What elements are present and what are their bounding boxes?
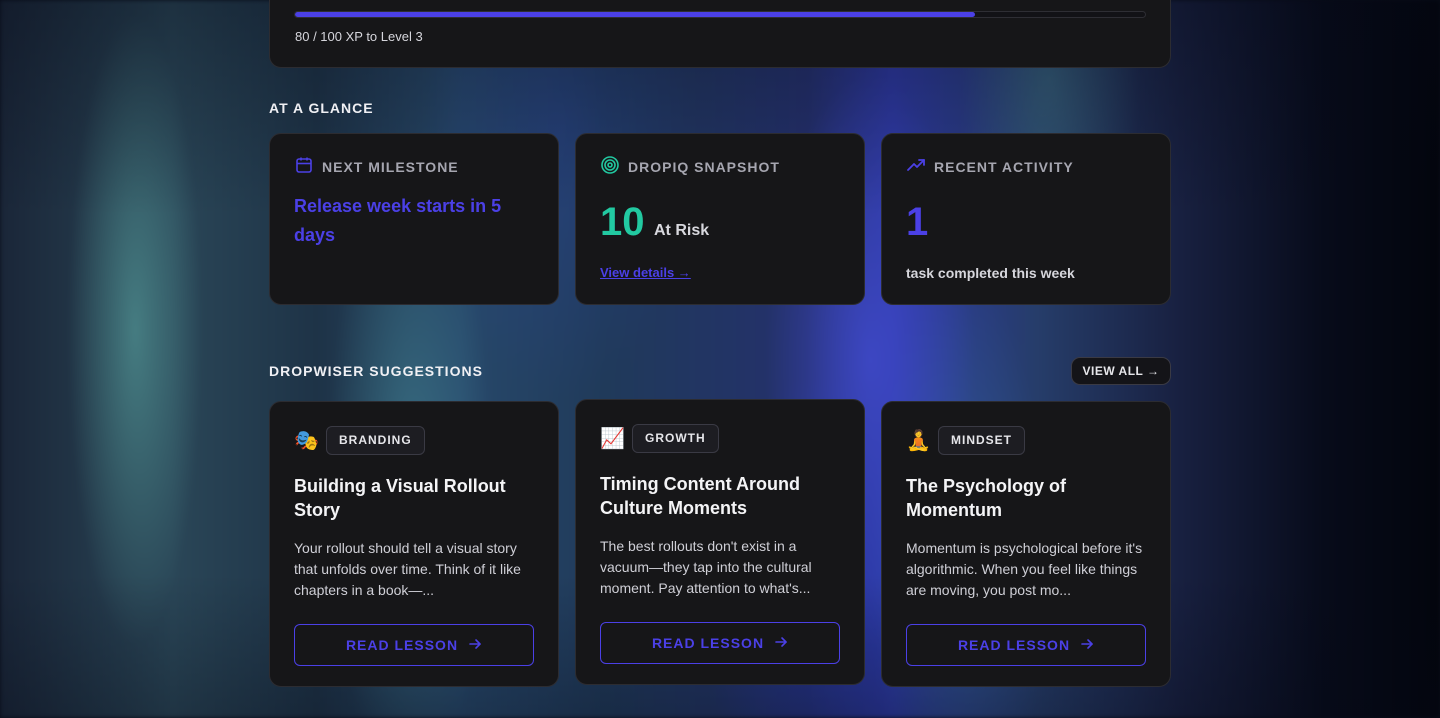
lesson-title: The Psychology of Momentum (906, 476, 1067, 520)
next-milestone-heading: NEXT MILESTONE (322, 158, 459, 175)
dropiq-snapshot-header: DROPIQ SNAPSHOT (600, 155, 780, 178)
lesson-description: The best rollouts don't exist in a vacuu… (600, 538, 812, 596)
recent-activity-heading: RECENT ACTIVITY (934, 158, 1074, 175)
xp-progress-fill (295, 12, 975, 17)
at-risk-label: At Risk (654, 222, 710, 239)
lesson-tag: GROWTH (632, 424, 719, 453)
next-milestone-card: NEXT MILESTONE Release week starts in 5 … (269, 133, 559, 305)
next-milestone-header: NEXT MILESTONE (294, 155, 459, 178)
read-lesson-label: READ LESSON (957, 637, 1071, 653)
lesson-card-branding: 🎭 BRANDING Building a Visual Rollout Sto… (269, 401, 559, 687)
lesson-description: Your rollout should tell a visual story … (294, 540, 521, 598)
lesson-tag: MINDSET (938, 426, 1025, 455)
lesson-description: Momentum is psychological before it's al… (906, 540, 1143, 598)
chart-increasing-icon: 📈 (600, 427, 625, 450)
meditation-icon: 🧘 (906, 429, 931, 452)
lesson-card-growth: 📈 GROWTH Timing Content Around Culture M… (575, 399, 865, 685)
lesson-title: Building a Visual Rollout Story (294, 476, 506, 520)
arrow-right-icon (1080, 637, 1094, 654)
theater-masks-icon: 🎭 (294, 429, 319, 452)
at-a-glance-heading: AT A GLANCE (269, 100, 374, 116)
dropiq-snapshot-heading: DROPIQ SNAPSHOT (628, 158, 780, 175)
read-lesson-button[interactable]: READ LESSON (600, 622, 840, 664)
read-lesson-label: READ LESSON (651, 635, 765, 651)
arrow-right-icon (468, 637, 482, 654)
recent-activity-header: RECENT ACTIVITY (906, 155, 1074, 178)
next-milestone-text: Release week starts in 5 days (294, 196, 502, 245)
lesson-tag: BRANDING (326, 426, 425, 455)
dropiq-snapshot-card: DROPIQ SNAPSHOT 10 At Risk View details … (575, 133, 865, 305)
tasks-completed-label: task completed this week (906, 265, 1075, 281)
read-lesson-button[interactable]: READ LESSON (906, 624, 1146, 666)
lesson-card-mindset: 🧘 MINDSET The Psychology of Momentum Mom… (881, 401, 1171, 687)
dropwiser-suggestions-heading: DROPWISER SUGGESTIONS (269, 363, 483, 379)
tasks-completed-count: 1 (906, 200, 929, 244)
xp-progress-bar (294, 11, 1146, 18)
calendar-icon (294, 155, 314, 178)
at-risk-count: 10 (600, 200, 645, 244)
xp-progress-card: 80 / 100 XP to Level 3 (269, 0, 1171, 68)
view-all-button[interactable]: VIEW ALL → (1071, 357, 1171, 385)
trending-up-icon (906, 155, 926, 178)
read-lesson-button[interactable]: READ LESSON (294, 624, 534, 666)
xp-progress-label: 80 / 100 XP to Level 3 (295, 29, 423, 44)
lesson-title: Timing Content Around Culture Moments (600, 474, 800, 518)
arrow-right-icon (774, 635, 788, 652)
read-lesson-label: READ LESSON (345, 637, 459, 653)
view-details-link[interactable]: View details → (600, 265, 691, 280)
recent-activity-card: RECENT ACTIVITY 1 task completed this we… (881, 133, 1171, 305)
target-icon (600, 155, 620, 178)
